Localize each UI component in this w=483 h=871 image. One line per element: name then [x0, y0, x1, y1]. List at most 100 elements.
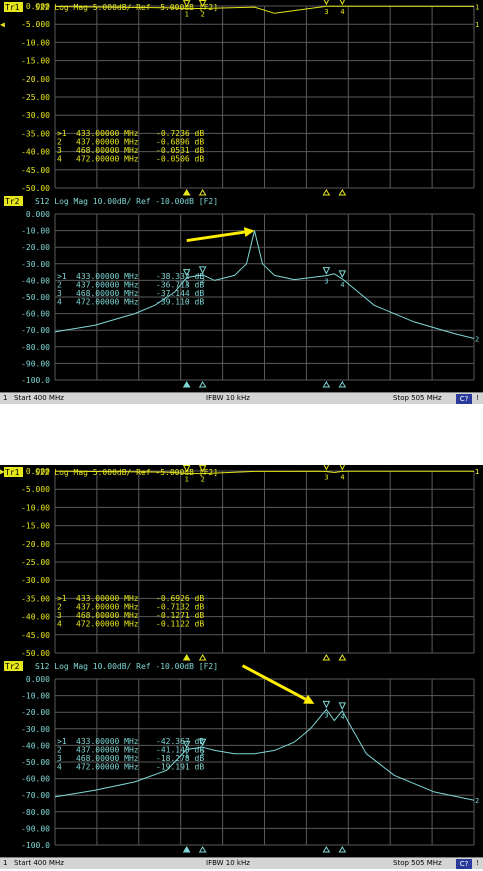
y-tick-label: 0.000 — [26, 210, 50, 219]
y-tick-label: -100.0 — [21, 841, 50, 850]
marker-triangle — [323, 465, 330, 471]
y-tick-label: -60.00 — [21, 775, 50, 784]
correction-button[interactable]: C? — [456, 394, 472, 404]
marker-label: 2 — [201, 277, 205, 285]
status-bar: 1 Start 400 MHz IFBW 10 kHz Stop 505 MHz… — [0, 857, 483, 869]
marker-label: 2 — [201, 749, 205, 757]
y-tick-label: -25.00 — [21, 93, 50, 102]
y-tick-label: -80.00 — [21, 808, 50, 817]
y-tick-label: -30.00 — [21, 576, 50, 585]
axis-marker-triangle — [198, 654, 207, 661]
y-tick-label: -35.00 — [21, 129, 50, 138]
marker-label: 4 — [340, 281, 344, 289]
marker-value: -0.0506 dB — [156, 155, 204, 164]
marker-label: 1 — [185, 280, 189, 288]
marker-value: -0.1122 dB — [156, 620, 204, 629]
axis-marker-triangle — [338, 654, 347, 661]
marker-label: 2 — [201, 476, 205, 484]
marker-label: 2 — [201, 11, 205, 19]
axis-marker-triangle — [182, 846, 191, 853]
annotation-arrow — [186, 227, 255, 243]
y-tick-label: -50.00 — [21, 293, 50, 302]
status-indicator: ! — [476, 859, 479, 867]
marker-number: 4 — [57, 298, 62, 307]
axis-marker-triangle — [182, 189, 191, 196]
y-tick-label: -5.000 — [21, 20, 50, 29]
trace-tab-label: Tr1 — [5, 3, 20, 12]
y-tick-label: -40.00 — [21, 741, 50, 750]
stop-frequency[interactable]: Stop 505 MHz — [393, 394, 442, 402]
y-tick-label: -70.00 — [21, 791, 50, 800]
vna-plot-area: 0.000 -5.000 -10.00 -15.00 -20.00 -25.00 -30.0… — [0, 465, 479, 853]
y-tick-label: -100.0 — [21, 376, 50, 385]
correction-button[interactable]: C? — [456, 859, 472, 869]
trace-tab-label: Tr2 — [5, 197, 20, 206]
axis-marker-triangle — [322, 189, 331, 196]
y-tick-label: -20.00 — [21, 540, 50, 549]
y-tick-label: -30.00 — [21, 725, 50, 734]
axis-marker-triangle — [182, 381, 191, 388]
y-tick-label: -10.00 — [21, 503, 50, 512]
y-tick-label: -25.00 — [21, 558, 50, 567]
y-tick-label: -30.00 — [21, 260, 50, 269]
y-tick-label: -40.00 — [21, 613, 50, 622]
trace-header: S22 Log Mag 5.000dB/ Ref -5.000dB [F2] — [35, 468, 218, 477]
y-tick-label: -15.00 — [21, 522, 50, 531]
axis-marker-triangle — [338, 381, 347, 388]
trace-reference-label: 1 — [475, 3, 479, 11]
reference-level-label: 1 — [475, 21, 479, 29]
marker-label: 3 — [324, 711, 328, 719]
trace-reference-label: 2 — [475, 797, 479, 805]
axis-marker-triangle — [338, 189, 347, 196]
trace-reference-label: 2 — [475, 336, 479, 344]
y-tick-label: 0.000 — [26, 675, 50, 684]
y-tick-label: -10.00 — [21, 38, 50, 47]
axis-marker-triangle — [322, 846, 331, 853]
vna-plot-area: 0.000 -5.000 -10.00 -15.00 -20.00 -25.00 -30.0… — [0, 0, 479, 388]
trace-panel: 0.000-5.000-10.00-15.00-20.00-25.00-30.0… — [4, 465, 479, 661]
axis-marker-triangle — [198, 189, 207, 196]
ifbw-setting[interactable]: IFBW 10 kHz — [206, 394, 250, 402]
marker-label: 3 — [324, 473, 328, 481]
annotation-arrow — [241, 664, 315, 704]
stop-frequency[interactable]: Stop 505 MHz — [393, 859, 442, 867]
reference-level-marker: ▶ — [0, 467, 5, 476]
y-tick-label: -30.00 — [21, 111, 50, 120]
y-tick-label: -35.00 — [21, 594, 50, 603]
marker-triangle — [322, 267, 331, 275]
y-tick-label: -70.00 — [21, 326, 50, 335]
channel-number: 1 — [3, 394, 8, 402]
marker-label: 1 — [185, 476, 189, 484]
marker-number: 4 — [57, 620, 62, 629]
y-tick-label: -5.000 — [21, 485, 50, 494]
y-tick-label: -50.00 — [21, 758, 50, 767]
vna-screen-bottom: 0.000 -5.000 -10.00 -15.00 -20.00 -25.00 -30.0… — [0, 465, 483, 869]
vna-screen-top: 0.000 -5.000 -10.00 -15.00 -20.00 -25.00 -30.0… — [0, 0, 483, 404]
y-tick-label: -50.00 — [21, 649, 50, 658]
start-frequency[interactable]: Start 400 MHz — [14, 859, 64, 867]
y-tick-label: -15.00 — [21, 57, 50, 66]
axis-marker-triangle — [182, 654, 191, 661]
marker-triangle — [339, 465, 346, 471]
marker-triangle — [323, 0, 330, 6]
y-tick-label: -45.00 — [21, 166, 50, 175]
y-tick-label: -10.00 — [21, 692, 50, 701]
reference-level-label: 1 — [475, 468, 479, 476]
y-tick-label: -50.00 — [21, 184, 50, 193]
trace-header: S12 Log Mag 10.00dB/ Ref -10.00dB [F2] — [35, 197, 218, 206]
marker-triangle — [339, 0, 345, 6]
marker-triangle — [322, 700, 331, 709]
y-tick-label: -10.00 — [21, 227, 50, 236]
marker-frequency: 472.00000 MHz — [76, 155, 139, 164]
start-frequency[interactable]: Start 400 MHz — [14, 394, 64, 402]
y-tick-label: -40.00 — [21, 148, 50, 157]
status-bar: 1 Start 400 MHz IFBW 10 kHz Stop 505 MHz… — [0, 392, 483, 404]
ifbw-setting[interactable]: IFBW 10 kHz — [206, 859, 250, 867]
y-tick-label: -20.00 — [21, 75, 50, 84]
marker-label: 1 — [185, 751, 189, 759]
arrow-shaft — [241, 664, 307, 701]
marker-frequency: 472.00000 MHz — [76, 763, 139, 772]
marker-value: -39.110 dB — [156, 298, 204, 307]
trace-header: S12 Log Mag 10.00dB/ Ref -10.00dB [F2] — [35, 662, 218, 671]
marker-frequency: 472.00000 MHz — [76, 620, 139, 629]
